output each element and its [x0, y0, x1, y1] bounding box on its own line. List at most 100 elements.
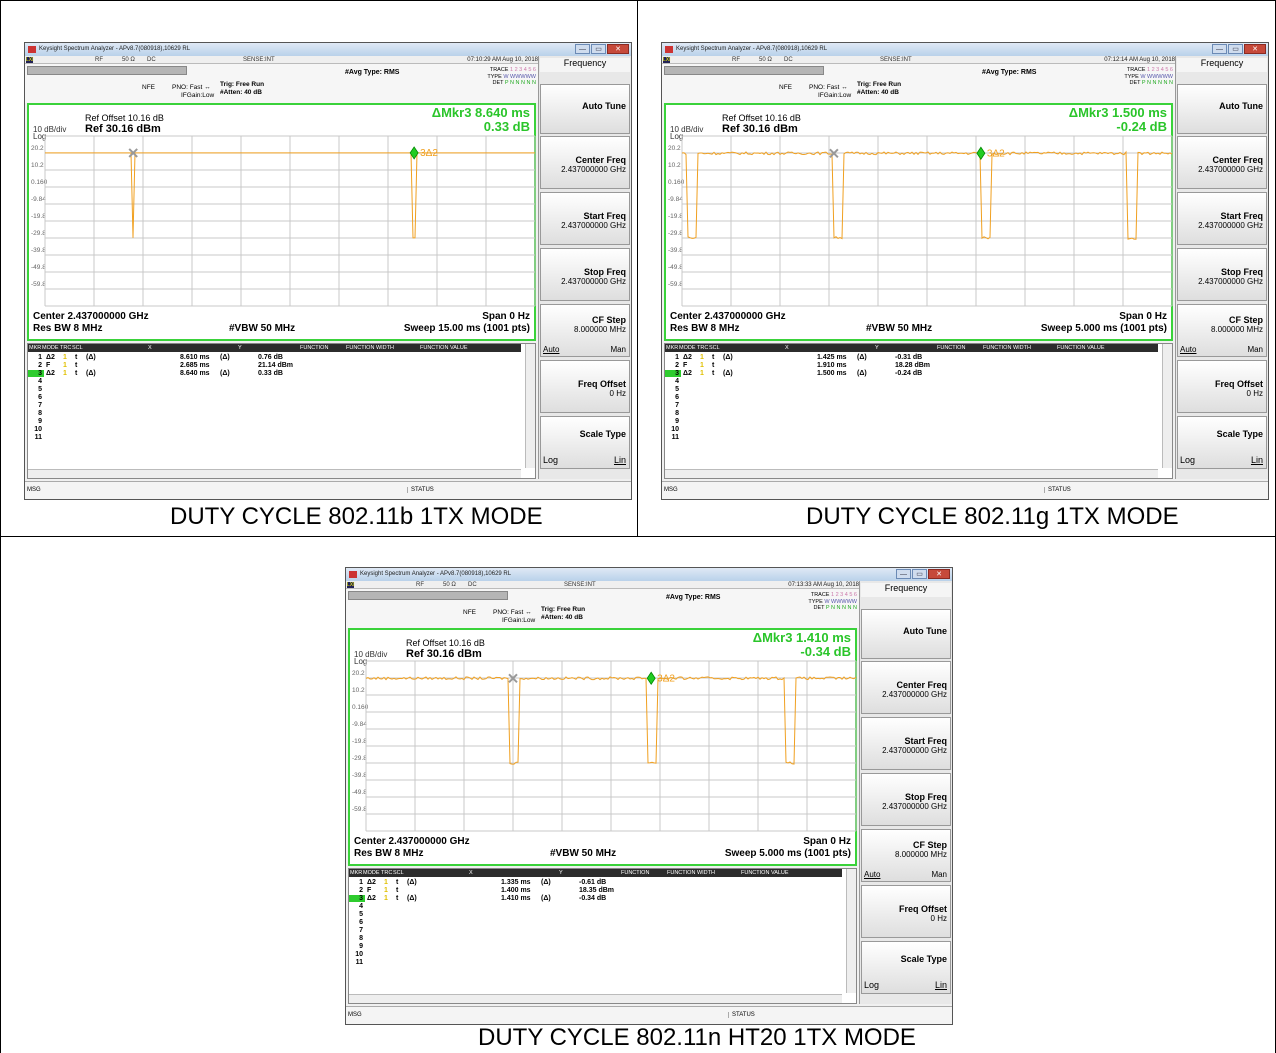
outer-border-top — [0, 0, 1276, 1]
marker-y-mode: (Δ) — [220, 370, 230, 377]
cf-auto: Auto — [543, 345, 560, 354]
close-button[interactable]: ✕ — [1244, 44, 1266, 54]
vbw-value: #VBW 50 MHz — [229, 323, 296, 334]
delta-marker-label: 3Δ2 — [657, 673, 675, 684]
cf-step-button[interactable]: CF Step 8.000000 MHz Auto Man — [540, 304, 630, 357]
start-freq-button[interactable]: Start Freq 2.437000000 GHz — [861, 717, 951, 770]
table-row[interactable]: 11 — [665, 434, 1145, 441]
table-row[interactable]: 1 Δ2 1 t (Δ) 1.335 ms (Δ) -0.61 dB — [349, 879, 829, 886]
table-row[interactable]: 7 — [349, 927, 829, 934]
freq-offset-button[interactable]: Freq Offset 0 Hz — [540, 360, 630, 413]
center-freq-value: 2.437000000 GHz — [561, 165, 626, 174]
stop-freq-button[interactable]: Stop Freq 2.437000000 GHz — [861, 773, 951, 826]
start-freq-button[interactable]: Start Freq 2.437000000 GHz — [1177, 192, 1267, 245]
center-freq-button[interactable]: Center Freq 2.437000000 GHz — [1177, 136, 1267, 189]
freq-offset-button[interactable]: Freq Offset 0 Hz — [1177, 360, 1267, 413]
marker-table-hscroll[interactable] — [28, 469, 521, 478]
cf-step-button[interactable]: CF Step 8.000000 MHz Auto Man — [1177, 304, 1267, 357]
scale-type-button[interactable]: Scale Type Log Lin — [861, 941, 951, 994]
table-row[interactable]: 8 — [665, 410, 1145, 417]
table-row[interactable]: 2 F 1 t 1.400 ms 18.35 dBm — [349, 887, 829, 894]
message-box — [664, 66, 824, 75]
rf-label: RF — [732, 57, 740, 63]
minimize-button[interactable]: — — [575, 44, 590, 54]
table-row[interactable]: 8 — [349, 935, 829, 942]
cf-step-button[interactable]: CF Step 8.000000 MHz Auto Man — [861, 829, 951, 882]
marker-number: 10 — [355, 951, 363, 958]
auto-tune-button[interactable]: Auto Tune — [1177, 84, 1267, 134]
center-freq-button[interactable]: Center Freq 2.437000000 GHz — [540, 136, 630, 189]
auto-tune-button[interactable]: Auto Tune — [861, 609, 951, 659]
table-row[interactable]: 2 F 1 t 1.910 ms 18.28 dBm — [665, 362, 1145, 369]
table-row[interactable]: 7 — [28, 402, 508, 409]
marker-scale: t — [712, 370, 715, 377]
stop-freq-button[interactable]: Stop Freq 2.437000000 GHz — [1177, 248, 1267, 301]
table-row[interactable]: 4 — [665, 378, 1145, 385]
auto-tune-button[interactable]: Auto Tune — [540, 84, 630, 134]
table-row[interactable]: 5 — [28, 386, 508, 393]
marker-table-vscroll[interactable] — [525, 344, 535, 468]
table-row[interactable]: 9 — [665, 418, 1145, 425]
close-button[interactable]: ✕ — [607, 44, 629, 54]
marker-scale: t — [396, 887, 399, 894]
table-header-cell: Y — [875, 345, 879, 351]
table-row[interactable]: 11 — [349, 959, 829, 966]
table-header-cell: FUNCTION WIDTH — [346, 345, 394, 351]
window-title: Keysight Spectrum Analyzer - APv8.7(0809… — [39, 46, 191, 52]
scale-log-lin: Log Lin — [543, 455, 626, 465]
table-row[interactable]: 3 Δ2 1 t (Δ) 1.500 ms (Δ) -0.24 dB — [665, 370, 1145, 377]
table-row[interactable]: 5 — [665, 386, 1145, 393]
table-row[interactable]: 10 — [28, 426, 508, 433]
auto-tune-label: Auto Tune — [903, 626, 947, 636]
marker-table-hscroll[interactable] — [665, 469, 1158, 478]
table-row[interactable]: 9 — [28, 418, 508, 425]
maximize-button[interactable]: ▭ — [912, 569, 927, 579]
y-axis-label: -49.8 — [668, 264, 683, 271]
start-freq-button[interactable]: Start Freq 2.437000000 GHz — [540, 192, 630, 245]
close-button[interactable]: ✕ — [928, 569, 950, 579]
table-row[interactable]: 6 — [349, 919, 829, 926]
rbw-value: Res BW 8 MHz — [670, 323, 740, 334]
table-row[interactable]: 6 — [28, 394, 508, 401]
table-row[interactable]: 4 — [349, 903, 829, 910]
table-row[interactable]: 3 Δ2 1 t (Δ) 1.410 ms (Δ) -0.34 dB — [349, 895, 829, 902]
maximize-button[interactable]: ▭ — [1228, 44, 1243, 54]
scale-log: Log — [1180, 455, 1196, 465]
trace-values: 1 2 3 4 5 6 — [510, 67, 536, 73]
trig-label: Trig: Free Run — [857, 81, 902, 88]
table-row[interactable]: 11 — [28, 434, 508, 441]
freq-offset-button[interactable]: Freq Offset 0 Hz — [861, 885, 951, 938]
marker-table-vscroll[interactable] — [1162, 344, 1172, 468]
table-row[interactable]: 2 F 1 t 2.685 ms 21.14 dBm — [28, 362, 508, 369]
table-row[interactable]: 3 Δ2 1 t (Δ) 8.640 ms (Δ) 0.33 dB — [28, 370, 508, 377]
outer-border-left — [0, 0, 1, 1053]
table-row[interactable]: 9 — [349, 943, 829, 950]
table-row[interactable]: 10 — [349, 951, 829, 958]
scale-type-button[interactable]: Scale Type Log Lin — [540, 416, 630, 469]
maximize-button[interactable]: ▭ — [591, 44, 606, 54]
det-values: P N N N N N — [1141, 80, 1173, 86]
start-freq-label: Start Freq — [1220, 211, 1263, 221]
marker-number: 7 — [675, 402, 679, 409]
scale-type-label: Scale Type — [1216, 429, 1263, 439]
minimize-button[interactable]: — — [1212, 44, 1227, 54]
scale-type-button[interactable]: Scale Type Log Lin — [1177, 416, 1267, 469]
table-row[interactable]: 1 Δ2 1 t (Δ) 8.610 ms (Δ) 0.76 dB — [28, 354, 508, 361]
table-row[interactable]: 1 Δ2 1 t (Δ) 1.425 ms (Δ) -0.31 dB — [665, 354, 1145, 361]
bw-sweep-row: Res BW 8 MHz #VBW 50 MHz Sweep 5.000 ms … — [354, 848, 851, 860]
ref-level: Ref 30.16 dBm — [406, 648, 482, 660]
table-row[interactable]: 8 — [28, 410, 508, 417]
table-row[interactable]: 4 — [28, 378, 508, 385]
table-row[interactable]: 6 — [665, 394, 1145, 401]
marker-table-hscroll[interactable] — [349, 994, 842, 1003]
marker-table-vscroll[interactable] — [846, 869, 856, 993]
table-row[interactable]: 5 — [349, 911, 829, 918]
instrument-status-bar: LXI RF 50 Ω DC SENSE:INT 07:13:33 AM Aug… — [346, 581, 859, 589]
marker-y-value: 18.28 dBm — [895, 362, 931, 369]
table-row[interactable]: 10 — [665, 426, 1145, 433]
marker-y-mode: (Δ) — [857, 370, 867, 377]
table-row[interactable]: 7 — [665, 402, 1145, 409]
minimize-button[interactable]: — — [896, 569, 911, 579]
center-freq-button[interactable]: Center Freq 2.437000000 GHz — [861, 661, 951, 714]
stop-freq-button[interactable]: Stop Freq 2.437000000 GHz — [540, 248, 630, 301]
